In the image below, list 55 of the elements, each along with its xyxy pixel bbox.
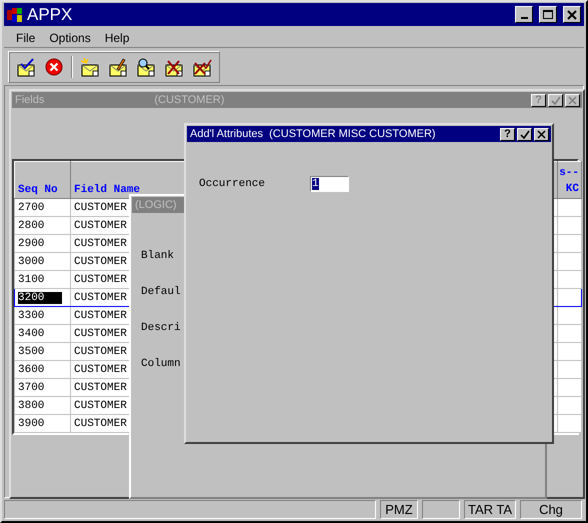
window-title: Add'l Attributes (CUSTOMER MISC CUSTOMER) xyxy=(190,128,436,140)
new-envelope-icon[interactable] xyxy=(80,57,100,77)
help-button[interactable]: ? xyxy=(500,128,515,140)
close-icon xyxy=(567,10,577,20)
table-cell: 3900 xyxy=(14,414,70,432)
search-envelope-icon[interactable] xyxy=(136,57,156,77)
minimize-button[interactable] xyxy=(515,6,533,23)
input-field[interactable]: 1 xyxy=(310,176,349,192)
field-label: Defaul xyxy=(141,286,182,300)
table-cell: 3800 xyxy=(14,396,70,414)
field-label: Occurrence xyxy=(199,178,266,190)
window-subtitle: (CUSTOMER) xyxy=(154,94,224,106)
edit-envelope-icon[interactable] xyxy=(108,57,128,77)
table-cell: 2700 xyxy=(14,198,70,216)
app-icon xyxy=(7,6,23,22)
table-cell: 3500 xyxy=(14,342,70,360)
delete-check-envelope-icon[interactable] xyxy=(192,57,212,77)
check-icon xyxy=(550,96,560,104)
close-button[interactable] xyxy=(534,128,549,140)
status-panel: PMZ xyxy=(380,500,418,519)
table-cell: 3700 xyxy=(14,378,70,396)
column-header: s-- KC xyxy=(558,162,582,198)
table-cell: 3100 xyxy=(14,270,70,288)
maximize-button[interactable] xyxy=(539,6,557,23)
cancel-icon[interactable] xyxy=(44,57,64,77)
table-cell: 3000 xyxy=(14,252,70,270)
table-cell: 3600 xyxy=(14,360,70,378)
close-icon xyxy=(537,130,546,138)
menu-item[interactable]: Help xyxy=(98,30,136,44)
close-icon xyxy=(568,96,577,104)
column-header: Seq No xyxy=(14,162,70,198)
minimize-icon xyxy=(520,17,528,19)
status-panel xyxy=(422,500,460,519)
table-cell: 2800 xyxy=(14,216,70,234)
table-cell: 3300 xyxy=(14,306,70,324)
field-label: Blank xyxy=(141,250,176,264)
confirm-button[interactable] xyxy=(548,94,563,106)
window-title: (LOGIC) xyxy=(135,199,177,211)
status-panel: Chg xyxy=(520,500,582,519)
menu-item[interactable]: File xyxy=(10,30,42,44)
field-label: Descri xyxy=(141,322,182,336)
close-button[interactable] xyxy=(563,6,581,23)
status-panel: TAR TA xyxy=(464,500,516,519)
table-cell: 3200 xyxy=(18,292,62,304)
check-envelope-icon[interactable] xyxy=(16,57,36,77)
window-title: Fields xyxy=(15,94,44,106)
menu-item[interactable]: Options xyxy=(43,30,97,44)
field-label: Column xyxy=(141,358,182,372)
maximize-icon xyxy=(543,10,553,20)
check-icon xyxy=(520,130,530,138)
table-cell: 3400 xyxy=(14,324,70,342)
confirm-button[interactable] xyxy=(517,128,532,140)
window-title: APPX xyxy=(27,4,74,24)
close-button[interactable] xyxy=(565,94,580,106)
table-cell: 2900 xyxy=(14,234,70,252)
